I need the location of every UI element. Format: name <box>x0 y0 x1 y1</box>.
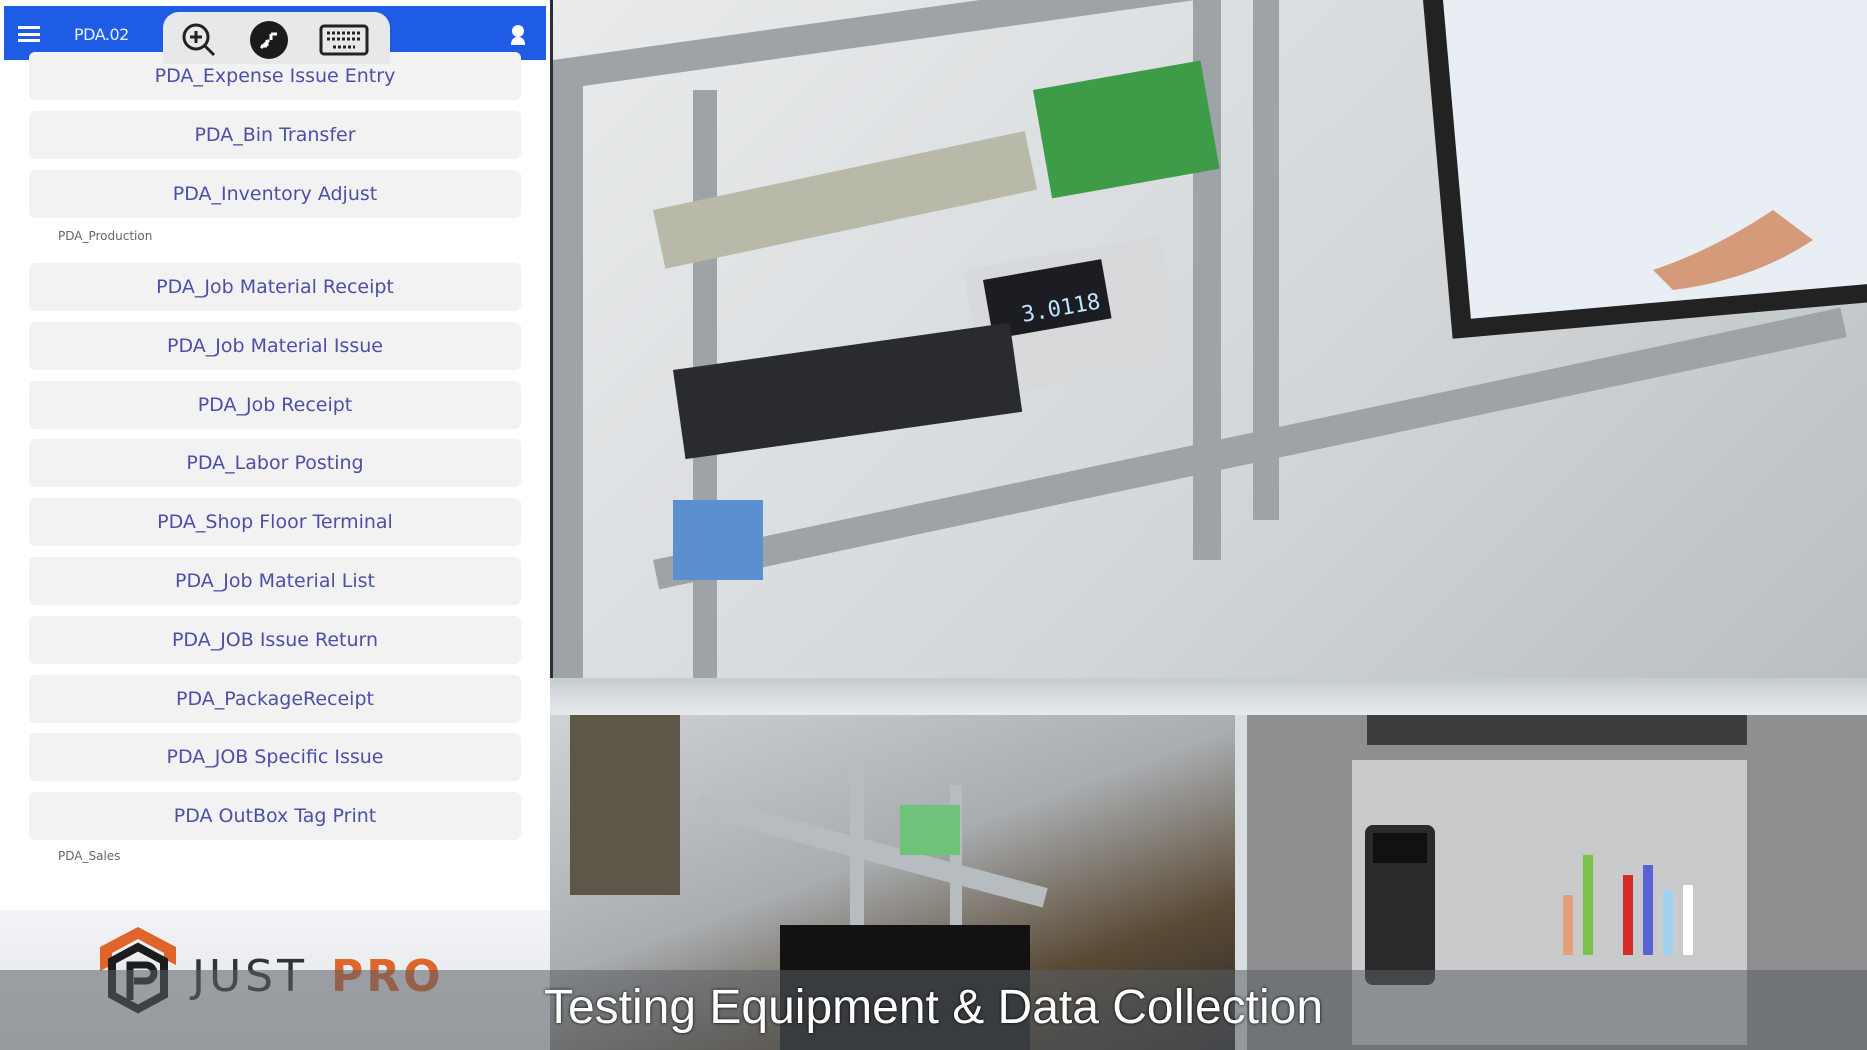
menu-item[interactable]: PDA_Shop Floor Terminal <box>29 498 521 547</box>
video-caption: Testing Equipment & Data Collection <box>543 981 1324 1034</box>
menu-item[interactable]: PDA_Job Material Issue <box>29 321 521 370</box>
section-label-sales: PDA_Sales <box>58 849 121 863</box>
user-icon[interactable] <box>510 24 526 46</box>
zoom-in-icon[interactable] <box>179 20 219 60</box>
menu-item[interactable]: PDA_JOB Issue Return <box>29 615 521 664</box>
remote-connect-icon[interactable] <box>249 20 289 60</box>
keyboard-icon[interactable] <box>319 20 369 60</box>
menu-item[interactable]: PDA_Labor Posting <box>29 439 521 488</box>
menu-item[interactable]: PDA_JOB Specific Issue <box>29 733 521 782</box>
menu-item[interactable]: PDA_Inventory Adjust <box>29 170 521 218</box>
menu-item[interactable]: PDA_PackageReceipt <box>29 674 521 723</box>
pda-panel: PDA.02 PDA_Expense Issue Entry PDA_Bin Tr… <box>0 0 553 1050</box>
menu-icon[interactable] <box>18 26 40 42</box>
menu-item[interactable]: PDA_Job Material List <box>29 557 521 605</box>
section-label-production: PDA_Production <box>58 229 153 243</box>
video-divider <box>550 678 1867 715</box>
menu-item[interactable]: PDA_Job Material Receipt <box>29 263 521 311</box>
main-video-feed: 3.0118 <box>553 0 1867 678</box>
menu-item[interactable]: PDA_Bin Transfer <box>29 111 521 159</box>
app-title: PDA.02 <box>74 25 129 44</box>
menu-item[interactable]: PDA OutBox Tag Print <box>29 792 521 841</box>
menu-item[interactable]: PDA_Job Receipt <box>29 380 521 429</box>
remote-toolbar <box>163 12 390 64</box>
